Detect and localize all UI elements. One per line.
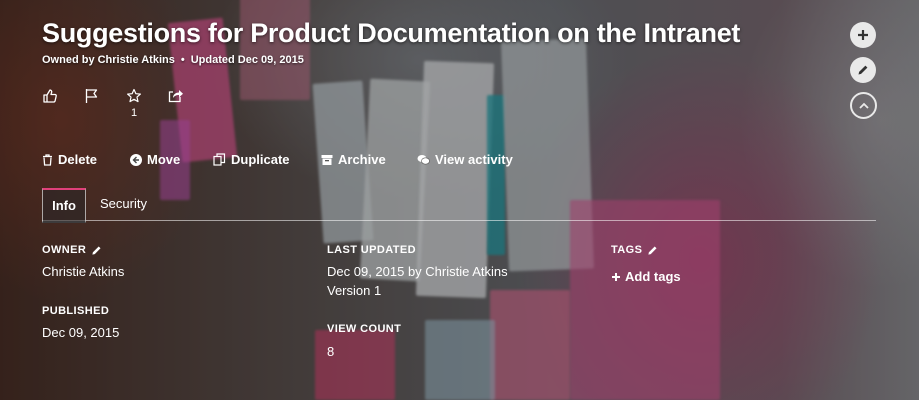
page-title: Suggestions for Product Documentation on… bbox=[42, 18, 741, 48]
favorite-button[interactable] bbox=[126, 88, 168, 122]
meta-separator: • bbox=[180, 54, 185, 66]
view-activity-label: View activity bbox=[435, 152, 513, 167]
collapse-button[interactable] bbox=[850, 92, 877, 119]
plus-icon bbox=[612, 272, 620, 281]
plus-icon bbox=[858, 30, 868, 40]
delete-label: Delete bbox=[58, 152, 98, 167]
published-value: Dec 09, 2015 bbox=[42, 325, 120, 340]
arrow-circle-left-icon bbox=[130, 153, 142, 166]
thumbs-up-icon bbox=[43, 89, 57, 103]
archive-label: Archive bbox=[338, 152, 386, 167]
flag-icon bbox=[85, 89, 98, 103]
share-icon bbox=[168, 90, 183, 103]
duplicate-label: Duplicate bbox=[231, 152, 290, 167]
trash-icon bbox=[43, 153, 52, 166]
archive-icon bbox=[321, 154, 333, 165]
edit-button[interactable] bbox=[850, 57, 876, 83]
owner-meta: Owned by Christie Atkins bbox=[42, 54, 175, 66]
duplicate-button[interactable]: Duplicate bbox=[213, 152, 290, 167]
reaction-bar: 1 bbox=[42, 88, 210, 122]
pencil-icon[interactable] bbox=[91, 245, 102, 256]
archive-button[interactable]: Archive bbox=[321, 152, 386, 167]
add-button[interactable] bbox=[850, 22, 876, 48]
view-activity-button[interactable]: View activity bbox=[417, 152, 513, 167]
star-icon bbox=[127, 88, 141, 103]
chevron-up-icon bbox=[858, 102, 869, 109]
owner-value: Christie Atkins bbox=[42, 264, 125, 279]
document-meta: Owned by Christie Atkins • Updated Dec 09,… bbox=[42, 54, 304, 66]
pencil-icon bbox=[858, 65, 868, 75]
copy-icon bbox=[213, 153, 226, 166]
tags-label: TAGS bbox=[611, 244, 643, 256]
pencil-icon[interactable] bbox=[647, 245, 658, 256]
move-button[interactable]: Move bbox=[130, 152, 180, 167]
view-count-value: 8 bbox=[327, 344, 335, 359]
owner-label-row: OWNER bbox=[42, 244, 102, 256]
tab-bar: Info Security bbox=[42, 188, 876, 223]
tab-info[interactable]: Info bbox=[42, 188, 86, 223]
last-updated-label: LAST UPDATED bbox=[327, 244, 416, 256]
add-tags-label: Add tags bbox=[625, 269, 681, 284]
view-count-label: VIEW COUNT bbox=[327, 323, 402, 335]
comments-icon bbox=[417, 154, 430, 165]
version-value: Version 1 bbox=[327, 283, 382, 298]
tags-label-row: TAGS bbox=[611, 244, 658, 256]
updated-meta: Updated Dec 09, 2015 bbox=[190, 54, 304, 66]
last-updated-value: Dec 09, 2015 by Christie Atkins bbox=[327, 264, 508, 279]
owner-label: OWNER bbox=[42, 244, 87, 256]
delete-button[interactable]: Delete bbox=[42, 152, 97, 167]
move-label: Move bbox=[147, 152, 181, 167]
flag-button[interactable]: 1 bbox=[84, 88, 137, 122]
published-label: PUBLISHED bbox=[42, 305, 110, 317]
share-button[interactable] bbox=[168, 88, 210, 122]
tab-security[interactable]: Security bbox=[100, 188, 147, 220]
like-button[interactable] bbox=[42, 88, 84, 122]
add-tags-button[interactable]: Add tags bbox=[611, 269, 681, 284]
